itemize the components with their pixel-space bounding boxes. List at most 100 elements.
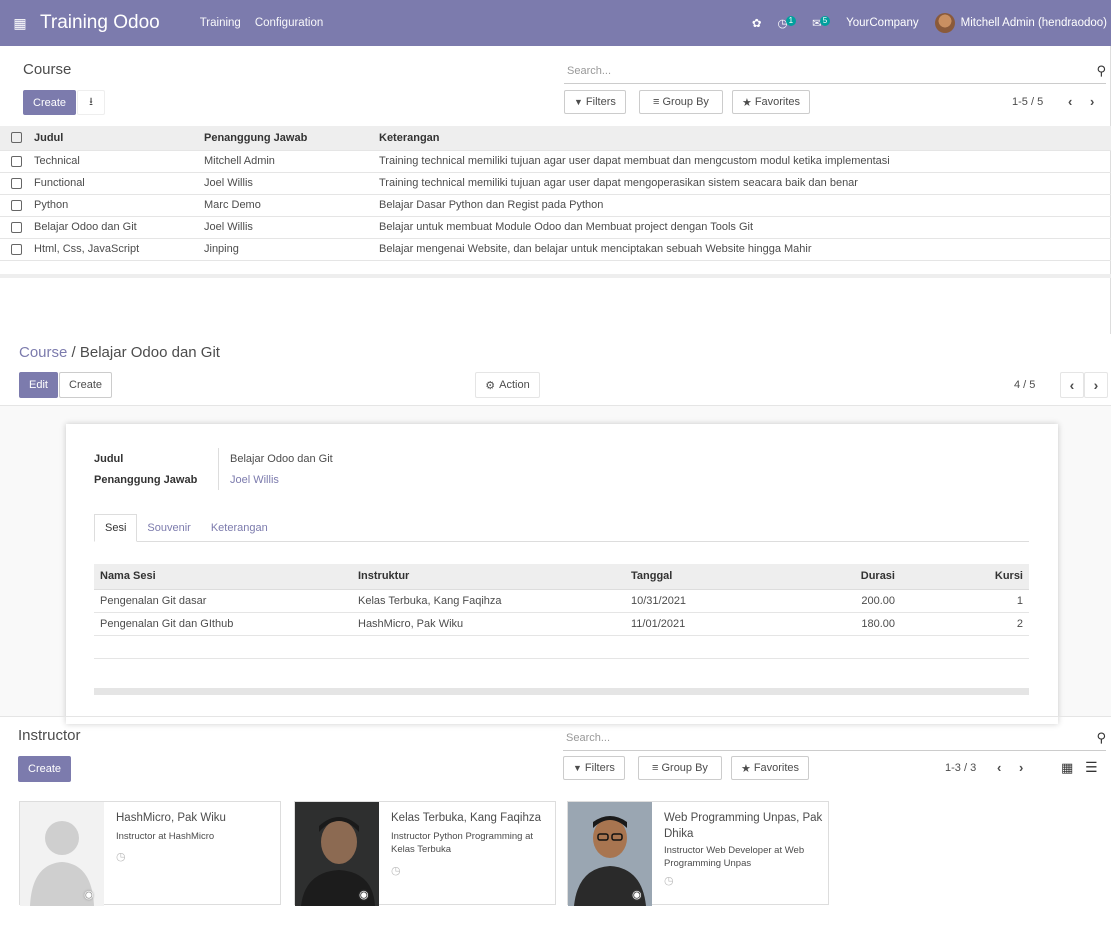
column-instruktur[interactable]: Instruktur bbox=[352, 564, 625, 590]
edit-button[interactable]: Edit bbox=[19, 372, 58, 398]
field-value-penanggung-jawab[interactable]: Joel Willis bbox=[230, 474, 279, 486]
table-row[interactable]: Belajar Odoo dan Git Joel Willis Belajar… bbox=[0, 216, 1111, 239]
table-footer bbox=[94, 688, 1029, 695]
download-icon[interactable]: ⭳ bbox=[77, 90, 105, 115]
app-title[interactable]: Training Odoo bbox=[40, 12, 160, 34]
search-input[interactable]: Search... ⚲ bbox=[564, 58, 1106, 84]
column-judul[interactable]: Judul bbox=[28, 126, 198, 151]
field-divider bbox=[218, 448, 219, 490]
cell-pj: Mitchell Admin bbox=[198, 150, 373, 173]
favorites-button[interactable]: ★ Favorites bbox=[731, 756, 809, 780]
instructor-card[interactable]: ◉ Web Programming Unpas, Pak Dhika Instr… bbox=[567, 801, 829, 906]
apps-menu-icon[interactable]: ▦ bbox=[0, 15, 40, 32]
instructor-card[interactable]: ◉ Kelas Terbuka, Kang Faqihza Instructor… bbox=[294, 801, 556, 906]
pager-value[interactable]: 1-5 / 5 bbox=[1012, 96, 1043, 108]
groupby-button[interactable]: ≡ Group By bbox=[639, 90, 723, 114]
camera-icon[interactable]: ◉ bbox=[84, 888, 94, 901]
user-menu[interactable]: Mitchell Admin (hendraodoo) bbox=[934, 13, 1107, 33]
create-button[interactable]: Create bbox=[23, 90, 77, 115]
filters-button[interactable]: ▼ Filters bbox=[563, 756, 625, 780]
groupby-icon: ≡ bbox=[653, 96, 660, 108]
breadcrumb: Course / Belajar Odoo dan Git bbox=[19, 344, 220, 361]
row-checkbox[interactable] bbox=[0, 194, 28, 217]
instructor-card[interactable]: ◉ HashMicro, Pak Wiku Instructor at Hash… bbox=[19, 801, 281, 906]
table-row[interactable]: Python Marc Demo Belajar Dasar Python da… bbox=[0, 194, 1111, 217]
column-tanggal[interactable]: Tanggal bbox=[625, 564, 769, 590]
pager-value[interactable]: 4 / 5 bbox=[1014, 379, 1035, 391]
form-sheet: Judul Belajar Odoo dan Git Penanggung Ja… bbox=[66, 424, 1058, 724]
cell-judul: Functional bbox=[28, 172, 198, 195]
pager-value[interactable]: 1-3 / 3 bbox=[945, 762, 976, 774]
search-icon[interactable]: ⚲ bbox=[1096, 63, 1106, 79]
column-kursi[interactable]: Kursi bbox=[901, 564, 1029, 590]
activity-clock-icon[interactable]: ◷ bbox=[391, 864, 401, 877]
tab-keterangan[interactable]: Keterangan bbox=[201, 514, 278, 541]
cell-keterangan: Belajar mengenai Website, dan belajar un… bbox=[373, 238, 1111, 261]
breadcrumb-course-link[interactable]: Course bbox=[19, 344, 67, 361]
filters-label: Filters bbox=[584, 762, 615, 774]
filter-icon: ▼ bbox=[574, 97, 583, 107]
action-button[interactable]: ⚙ Action bbox=[475, 372, 540, 398]
table-row[interactable]: Functional Joel Willis Training technica… bbox=[0, 172, 1111, 195]
groupby-button[interactable]: ≡ Group By bbox=[638, 756, 722, 780]
activity-clock-icon[interactable]: ◷ bbox=[664, 874, 674, 887]
pager-prev-icon[interactable]: ‹ bbox=[1060, 372, 1084, 398]
camera-icon[interactable]: ◉ bbox=[632, 888, 642, 901]
search-icon[interactable]: ⚲ bbox=[1096, 730, 1106, 746]
page-title: Course bbox=[23, 61, 72, 78]
pager-next-icon[interactable]: › bbox=[1019, 760, 1023, 775]
activity-clock-icon[interactable]: ◷1 bbox=[778, 16, 797, 30]
filters-button[interactable]: ▼ Filters bbox=[564, 90, 626, 114]
activity-clock-icon[interactable]: ◷ bbox=[116, 850, 126, 863]
field-label-judul: Judul bbox=[94, 453, 124, 465]
filter-icon: ▼ bbox=[573, 763, 582, 773]
row-checkbox[interactable] bbox=[0, 216, 28, 239]
activity-badge: 1 bbox=[785, 16, 797, 26]
messages-chat-icon[interactable]: ✉5 bbox=[812, 16, 831, 30]
tab-souvenir[interactable]: Souvenir bbox=[137, 514, 200, 541]
debug-bug-icon[interactable]: ✿ bbox=[752, 16, 762, 30]
table-row[interactable]: Pengenalan Git dan GIthub HashMicro, Pak… bbox=[94, 612, 1029, 636]
page-title: Instructor bbox=[18, 727, 81, 744]
table-row[interactable]: Html, Css, JavaScript Jinping Belajar me… bbox=[0, 238, 1111, 261]
card-subtitle: Instructor Python Programming at Kelas T… bbox=[391, 831, 534, 855]
sesi-table: Nama Sesi Instruktur Tanggal Durasi Kurs… bbox=[94, 564, 1029, 659]
row-checkbox[interactable] bbox=[0, 172, 28, 195]
row-checkbox[interactable] bbox=[0, 150, 28, 173]
top-navbar: ▦ Training Odoo Training Configuration ✿… bbox=[0, 0, 1111, 46]
messages-badge: 5 bbox=[819, 16, 831, 26]
row-checkbox[interactable] bbox=[0, 238, 28, 261]
create-button[interactable]: Create bbox=[59, 372, 113, 398]
field-label-penanggung-jawab: Penanggung Jawab bbox=[94, 474, 198, 486]
search-placeholder: Search... bbox=[567, 64, 612, 77]
pager-next-icon[interactable]: › bbox=[1084, 372, 1108, 398]
cell-judul: Html, Css, JavaScript bbox=[28, 238, 198, 261]
kanban-view-icon[interactable]: ▦ bbox=[1061, 760, 1073, 776]
course-list-view: Course Create ⭳ Search... ⚲ ▼ Filters ≡ Gr… bbox=[0, 46, 1111, 334]
search-placeholder: Search... bbox=[566, 731, 611, 744]
menu-configuration[interactable]: Configuration bbox=[255, 17, 323, 29]
cell-durasi: 180.00 bbox=[769, 612, 901, 636]
select-all-checkbox[interactable] bbox=[0, 126, 28, 151]
cell-nama-sesi: Pengenalan Git dasar bbox=[94, 589, 352, 613]
column-durasi[interactable]: Durasi bbox=[769, 564, 901, 590]
column-keterangan[interactable]: Keterangan bbox=[373, 126, 1111, 151]
camera-icon[interactable]: ◉ bbox=[359, 888, 369, 901]
cell-pj: Jinping bbox=[198, 238, 373, 261]
table-row[interactable]: Technical Mitchell Admin Training techni… bbox=[0, 150, 1111, 173]
search-input[interactable]: Search... ⚲ bbox=[563, 725, 1106, 751]
column-nama-sesi[interactable]: Nama Sesi bbox=[94, 564, 352, 590]
cell-instruktur: HashMicro, Pak Wiku bbox=[352, 612, 625, 636]
company-switcher[interactable]: YourCompany bbox=[846, 17, 918, 29]
table-row[interactable]: Pengenalan Git dasar Kelas Terbuka, Kang… bbox=[94, 589, 1029, 613]
create-button[interactable]: Create bbox=[18, 756, 72, 782]
tab-sesi[interactable]: Sesi bbox=[94, 514, 138, 542]
cell-tanggal: 11/01/2021 bbox=[625, 612, 769, 636]
favorites-button[interactable]: ★ Favorites bbox=[732, 90, 810, 114]
pager-prev-icon[interactable]: ‹ bbox=[997, 760, 1001, 775]
menu-training[interactable]: Training bbox=[200, 17, 241, 29]
pager-next-icon[interactable]: › bbox=[1090, 94, 1094, 109]
column-penanggung-jawab[interactable]: Penanggung Jawab bbox=[198, 126, 373, 151]
list-view-icon[interactable]: ☰ bbox=[1085, 759, 1098, 776]
pager-prev-icon[interactable]: ‹ bbox=[1068, 94, 1072, 109]
